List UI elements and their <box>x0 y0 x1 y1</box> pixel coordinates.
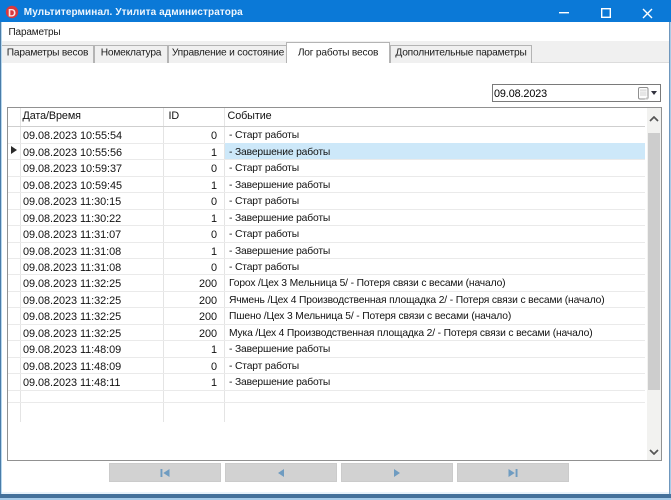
svg-text:D: D <box>8 8 16 20</box>
